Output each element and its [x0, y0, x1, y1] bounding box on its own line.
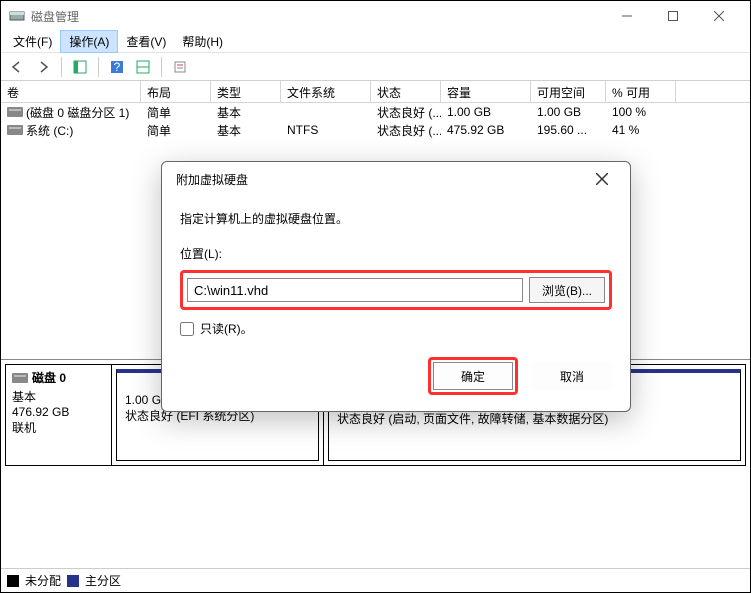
browse-button[interactable]: 浏览(B)... [529, 277, 605, 303]
table-row[interactable]: (磁盘 0 磁盘分区 1) 简单 基本 状态良好 (... 1.00 GB 1.… [1, 103, 750, 121]
toolbar: ? [1, 53, 750, 81]
window-controls [604, 1, 742, 31]
legend: 未分配 主分区 [1, 568, 750, 592]
ok-highlight: 确定 [428, 357, 518, 395]
col-type[interactable]: 类型 [211, 81, 281, 102]
col-capacity[interactable]: 容量 [441, 81, 531, 102]
readonly-checkbox[interactable] [180, 322, 194, 336]
menu-view[interactable]: 查看(V) [118, 31, 174, 52]
view-button-1[interactable] [68, 55, 92, 79]
view-button-2[interactable] [131, 55, 155, 79]
cell-status: 状态良好 (... [371, 104, 441, 121]
cell-free: 195.60 ... [531, 123, 606, 137]
location-input[interactable] [187, 278, 523, 302]
cell-status: 状态良好 (... [371, 122, 441, 139]
cell-pct: 100 % [606, 105, 676, 119]
menu-action[interactable]: 操作(A) [60, 30, 118, 53]
back-button[interactable] [5, 55, 29, 79]
disk-name: 磁盘 0 [32, 369, 66, 386]
readonly-checkbox-wrap[interactable]: 只读(R)。 [180, 320, 612, 337]
partition-status: 状态良好 (启动, 页面文件, 故障转储, 基本数据分区) [337, 410, 732, 427]
volume-icon [7, 125, 23, 135]
dialog-title: 附加虚拟硬盘 [176, 171, 248, 188]
attach-vhd-dialog: 附加虚拟硬盘 指定计算机上的虚拟硬盘位置。 位置(L): 浏览(B)... 只读… [161, 161, 631, 412]
disk-info[interactable]: 磁盘 0 基本 476.92 GB 联机 [6, 365, 112, 465]
window-title: 磁盘管理 [31, 8, 604, 25]
col-layout[interactable]: 布局 [141, 81, 211, 102]
cancel-button[interactable]: 取消 [532, 362, 612, 390]
menubar: 文件(F) 操作(A) 查看(V) 帮助(H) [1, 31, 750, 53]
dialog-close-button[interactable] [588, 165, 616, 193]
col-pct[interactable]: % 可用 [606, 81, 676, 102]
legend-swatch-primary [67, 575, 79, 587]
cell-vol: 系统 (C:) [26, 122, 73, 139]
readonly-label: 只读(R)。 [200, 320, 253, 337]
menu-help[interactable]: 帮助(H) [174, 31, 231, 52]
cell-vol: (磁盘 0 磁盘分区 1) [26, 104, 129, 121]
maximize-button[interactable] [650, 1, 696, 31]
location-highlight: 浏览(B)... [180, 270, 612, 310]
cell-type: 基本 [211, 122, 281, 139]
titlebar: 磁盘管理 [1, 1, 750, 31]
table-row[interactable]: 系统 (C:) 简单 基本 NTFS 状态良好 (... 475.92 GB 1… [1, 121, 750, 139]
menu-file[interactable]: 文件(F) [5, 31, 60, 52]
legend-primary: 主分区 [85, 572, 121, 589]
col-fs[interactable]: 文件系统 [281, 81, 371, 102]
minimize-button[interactable] [604, 1, 650, 31]
disk-size: 476.92 GB [12, 405, 105, 419]
cell-layout: 简单 [141, 104, 211, 121]
disk-state: 联机 [12, 419, 105, 436]
location-label: 位置(L): [180, 245, 612, 262]
col-status[interactable]: 状态 [371, 81, 441, 102]
volume-icon [7, 107, 23, 117]
col-volume[interactable]: 卷 [1, 81, 141, 102]
cell-layout: 简单 [141, 122, 211, 139]
app-icon [9, 8, 25, 24]
dialog-hint: 指定计算机上的虚拟硬盘位置。 [180, 210, 612, 227]
svg-text:?: ? [114, 60, 121, 74]
cell-capacity: 1.00 GB [441, 105, 531, 119]
close-button[interactable] [696, 1, 742, 31]
legend-swatch-unalloc [7, 575, 19, 587]
cell-capacity: 475.92 GB [441, 123, 531, 137]
forward-button[interactable] [31, 55, 55, 79]
col-free[interactable]: 可用空间 [531, 81, 606, 102]
dialog-titlebar: 附加虚拟硬盘 [162, 162, 630, 196]
legend-unalloc: 未分配 [25, 572, 61, 589]
cell-pct: 41 % [606, 123, 676, 137]
volume-table-body: (磁盘 0 磁盘分区 1) 简单 基本 状态良好 (... 1.00 GB 1.… [1, 103, 750, 139]
disk-kind: 基本 [12, 388, 105, 405]
disk-icon [12, 373, 28, 383]
cell-fs: NTFS [281, 123, 371, 137]
help-button[interactable]: ? [105, 55, 129, 79]
volume-table-header: 卷 布局 类型 文件系统 状态 容量 可用空间 % 可用 [1, 81, 750, 103]
properties-button[interactable] [168, 55, 192, 79]
cell-free: 1.00 GB [531, 105, 606, 119]
ok-button[interactable]: 确定 [433, 362, 513, 390]
cell-type: 基本 [211, 104, 281, 121]
